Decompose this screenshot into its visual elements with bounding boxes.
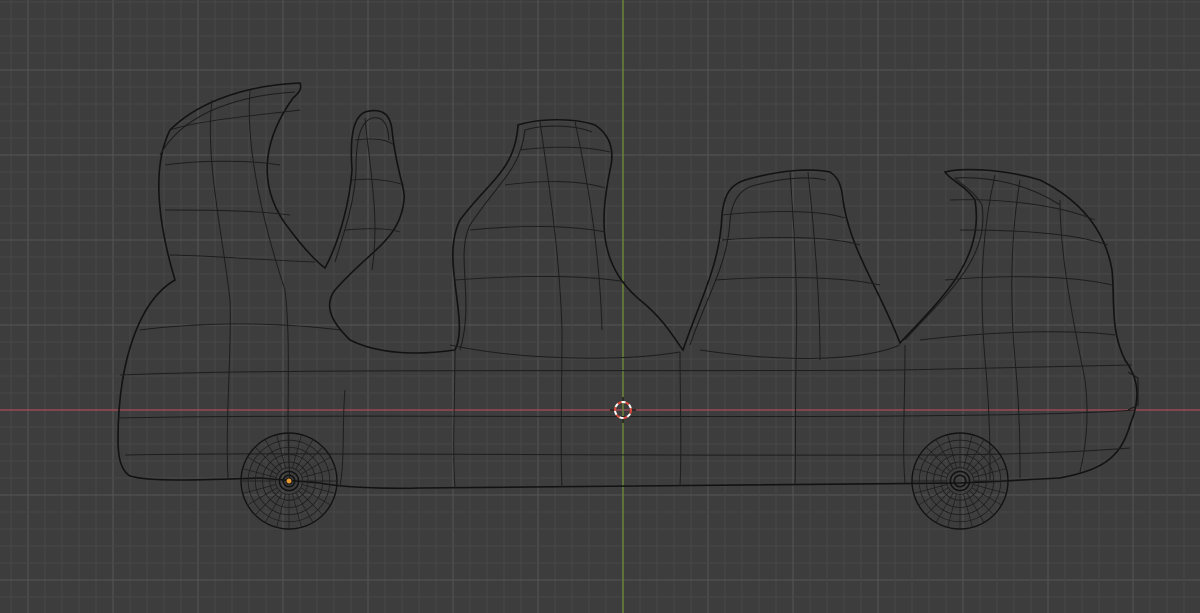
wheel-hub [949,470,971,492]
wheel-spoke [947,493,957,528]
wheel-spoke [969,490,995,516]
wheel-spoke [247,456,278,475]
wheel-spoke [242,468,277,478]
wheel-spoke [300,456,331,475]
wheel-spoke [242,484,277,494]
wheel-spoke [913,468,948,478]
wheel-spoke [301,468,336,478]
wheel-spoke [301,484,336,494]
rear-wheel[interactable] [911,432,1009,530]
wheel-spoke [925,446,951,472]
wheel-spoke [913,484,948,494]
wheel-spoke [972,484,1007,494]
wheel-spoke [918,487,949,506]
car-seat-edge-rings [164,109,1113,286]
wheel-spoke [264,492,283,523]
wheel-spoke [276,434,286,469]
wheel-spoke [947,434,957,469]
object-origin-icon[interactable] [285,477,293,485]
wheel-axle [953,474,967,488]
car-body-edge-loops [209,89,1088,489]
car-body-belt-line [139,323,1116,359]
viewport-grid [0,0,1200,613]
wheel-spoke [254,446,280,472]
3d-viewport[interactable] [0,0,1200,613]
wheel-spoke [918,456,949,475]
wheel-spoke [247,487,278,506]
wheel-spoke [925,490,951,516]
wheel-spoke [963,434,973,469]
wheel-spoke [276,493,286,528]
wheel-spoke [254,490,280,516]
wheel-spoke [298,446,324,472]
wheel-spoke [966,492,985,523]
car-body-belt-line [124,447,1131,456]
wheel-spoke [935,492,954,523]
wheel-spoke [300,487,331,506]
wheel-spoke [298,490,324,516]
wheel-spoke [963,493,973,528]
wheel-spoke [295,492,314,523]
car-body-inner-rim [159,91,1061,351]
